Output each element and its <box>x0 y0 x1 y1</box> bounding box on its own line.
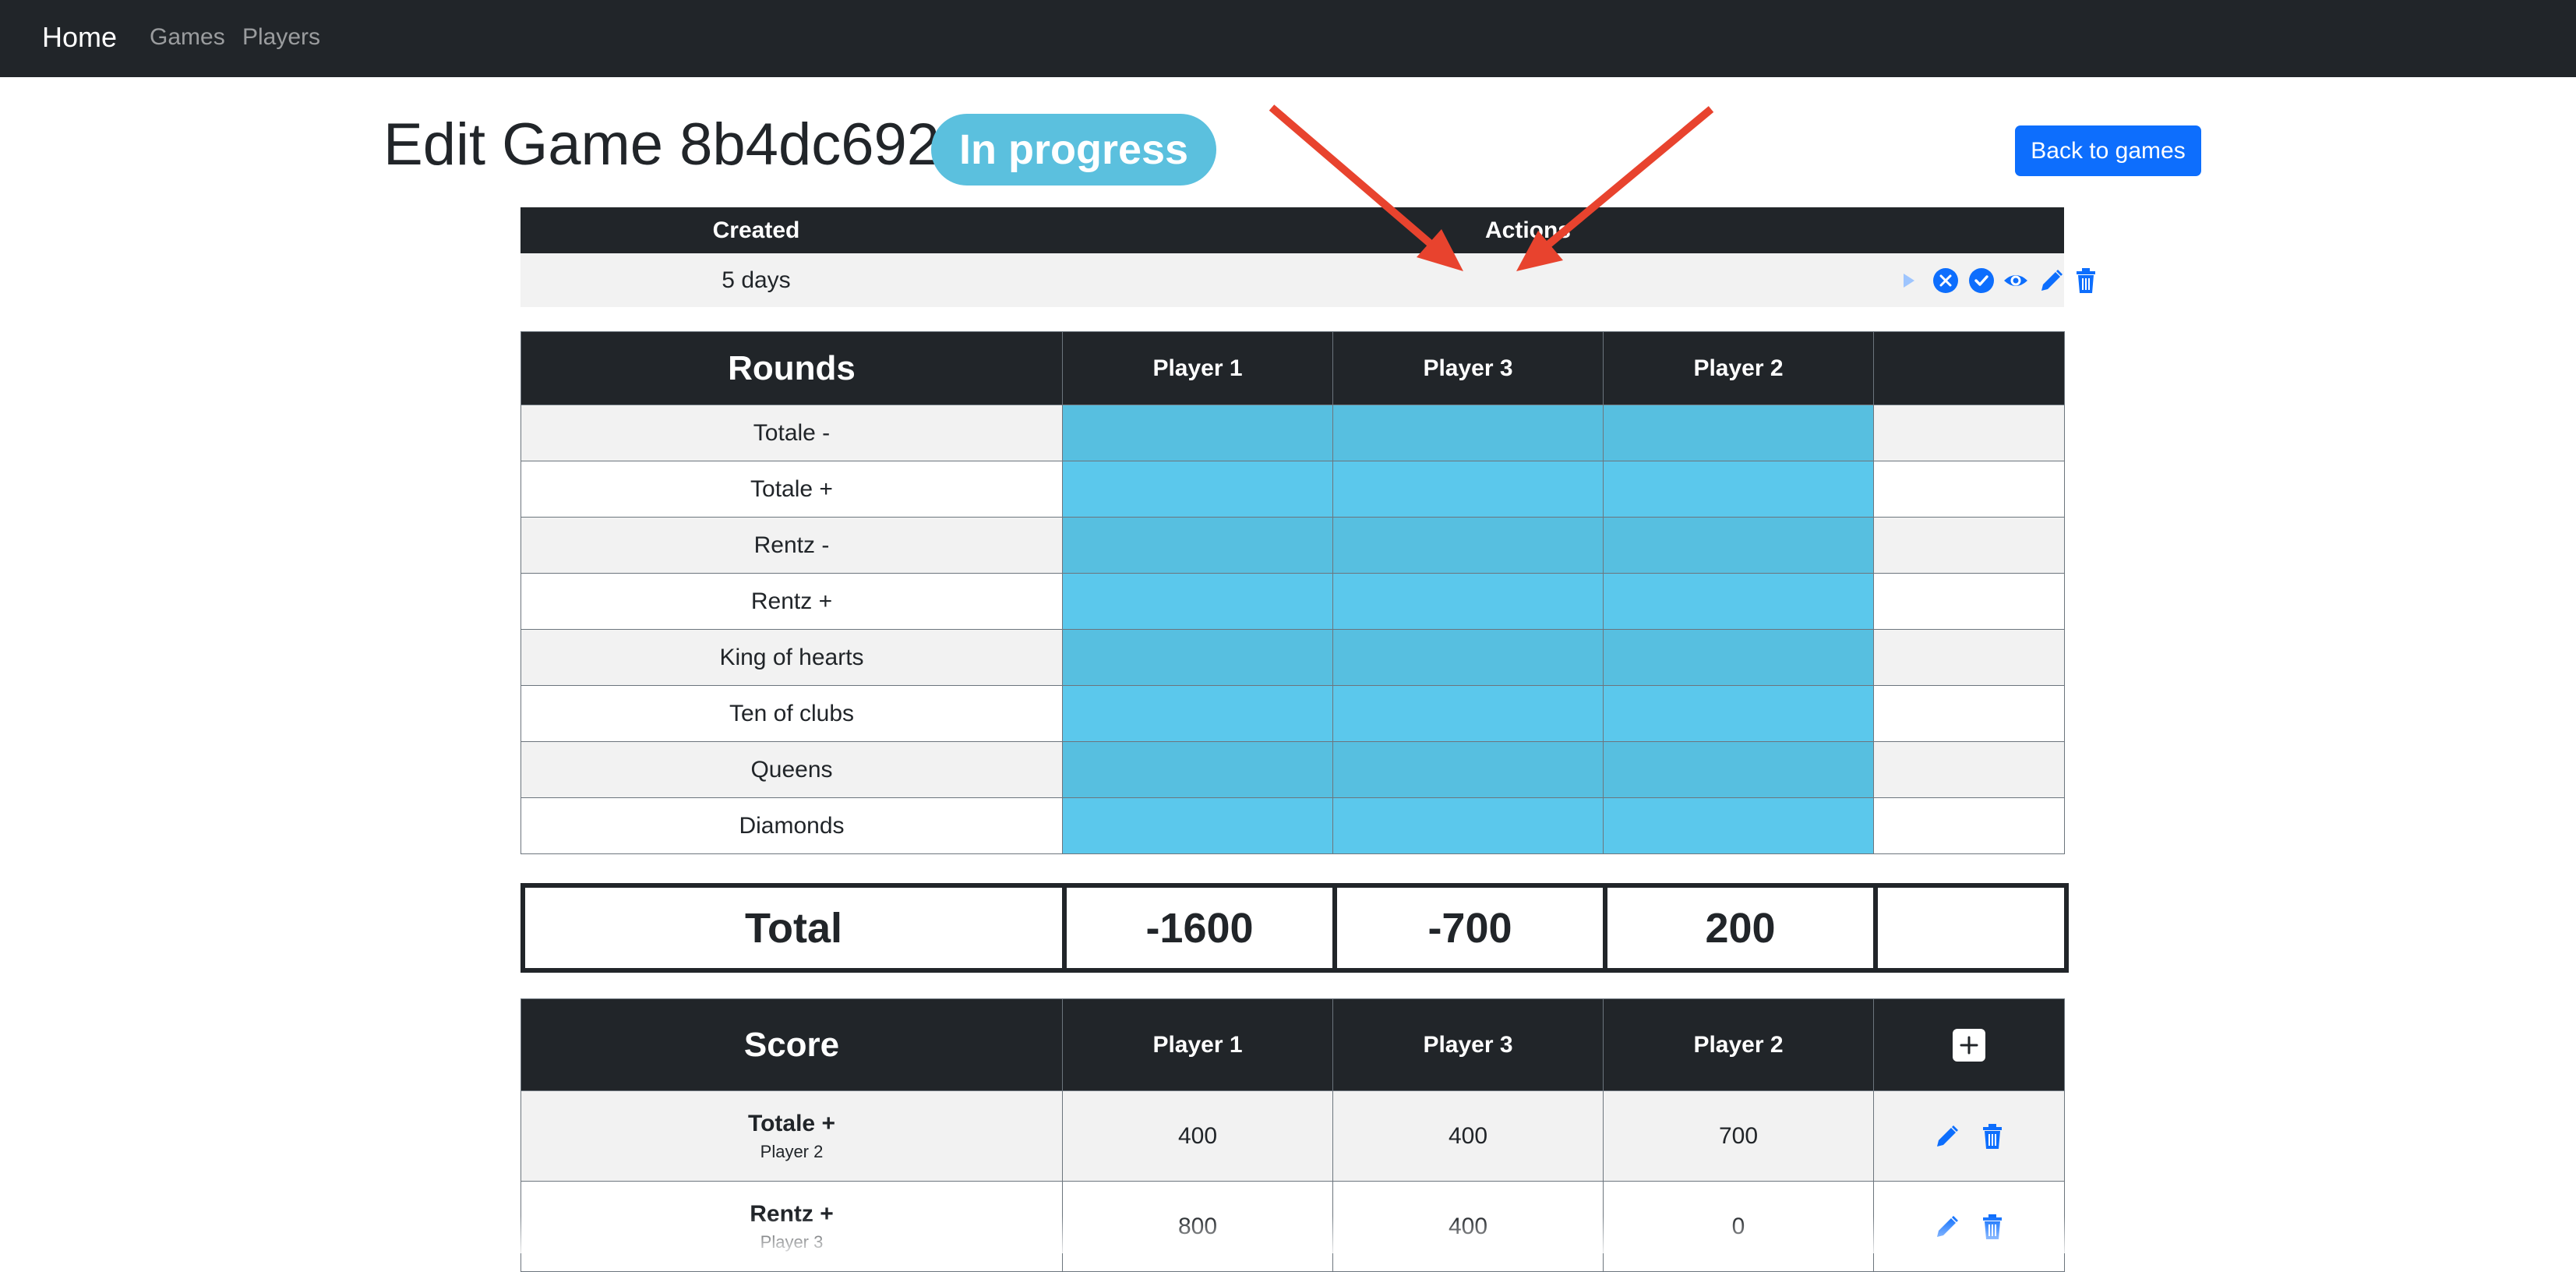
annotation-arrows <box>1269 104 1714 271</box>
annotation-arrow-left <box>1269 104 1463 271</box>
annotation-arrow-right <box>1516 106 1714 271</box>
